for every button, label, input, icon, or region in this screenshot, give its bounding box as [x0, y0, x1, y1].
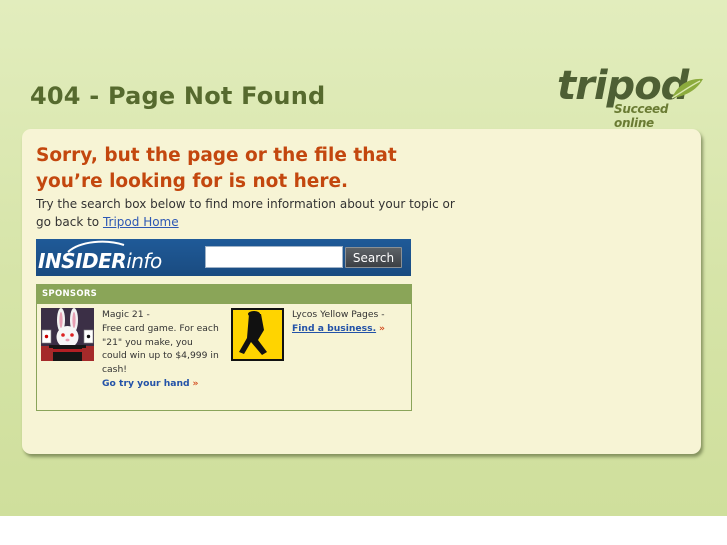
sponsor-arrow-icon: »: [379, 322, 385, 334]
sponsor-magic21-text: Magic 21 - Free card game. For each "21"…: [102, 308, 220, 391]
find-a-business-link[interactable]: Find a business.: [292, 323, 376, 334]
insider-logo-light: info: [126, 249, 162, 273]
leaf-icon: [671, 78, 703, 99]
sponsor-arrow-icon: »: [192, 377, 199, 389]
tripod-logo[interactable]: tripod Succeed online: [557, 64, 707, 130]
help-text-body: Try the search box below to find more in…: [36, 197, 455, 229]
error-heading: Sorry, but the page or the file that you…: [36, 145, 397, 192]
sponsor-magic21-desc: Free card game. For each "21" you make, …: [102, 322, 219, 376]
sponsor-yellow-pages-title: Lycos Yellow Pages -: [292, 309, 385, 320]
sponsor-yellow-pages: Lycos Yellow Pages - Find a business. »: [231, 308, 407, 398]
page-title: 404 - Page Not Found: [30, 82, 326, 110]
insider-logo-bold: INSIDER: [38, 249, 127, 273]
sponsor-magic21-title: Magic 21 -: [102, 309, 150, 320]
yellow-pages-walking-fingers-icon[interactable]: [231, 308, 284, 361]
sponsors-box: SPONSORS Magic 21 - Free card game. For …: [36, 284, 412, 411]
sponsor-yellow-pages-text: Lycos Yellow Pages - Find a business. »: [292, 308, 404, 336]
go-try-your-hand-link[interactable]: Go try your hand: [102, 378, 190, 389]
insider-info-logo: INSIDERinfo: [38, 249, 162, 273]
search-input[interactable]: [205, 246, 343, 268]
magic-bunny-hat-icon[interactable]: [41, 308, 94, 361]
sponsor-magic21: Magic 21 - Free card game. For each "21"…: [41, 308, 221, 398]
insider-search-bar: INSIDERinfo Search: [36, 239, 411, 276]
logo-tagline: Succeed online: [614, 102, 669, 130]
sponsors-header: SPONSORS: [37, 285, 411, 304]
tripod-home-link[interactable]: Tripod Home: [103, 215, 179, 229]
search-button[interactable]: Search: [345, 247, 402, 268]
help-text: Try the search box below to find more in…: [36, 195, 456, 231]
